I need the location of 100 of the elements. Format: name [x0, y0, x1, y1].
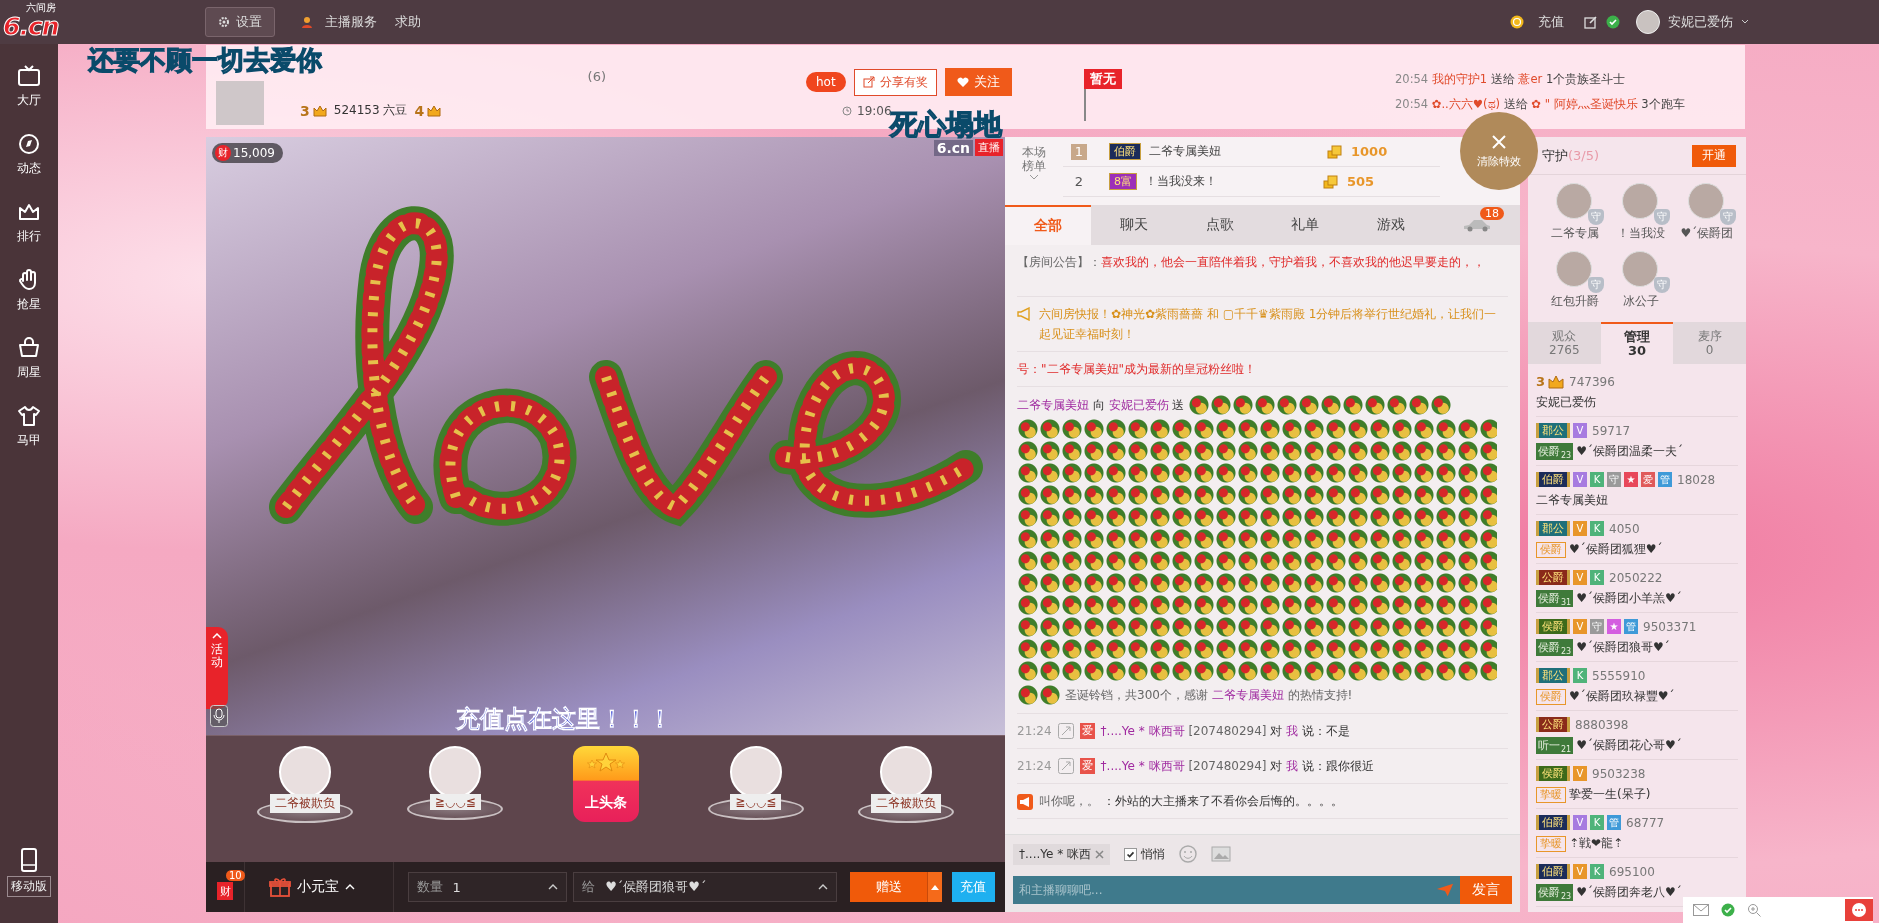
nav-link[interactable]: 求助	[389, 13, 427, 31]
guard-name: ！当我没	[1617, 225, 1665, 242]
sidebar-item[interactable]: 动态	[0, 126, 58, 194]
check-icon[interactable]	[1721, 903, 1735, 917]
sidebar-item[interactable]: 大厅	[0, 58, 58, 126]
wealth-button[interactable]: 财 10	[206, 862, 246, 912]
message-time: 21:24	[1017, 723, 1052, 740]
nav-link[interactable]: 主播服务	[319, 13, 383, 31]
user-name[interactable]: ♥ˊ侯爵团狼哥♥ˊ	[1576, 639, 1670, 656]
megaphone-icon	[1017, 307, 1033, 321]
fan-tag: 侯爵	[1536, 688, 1566, 705]
caret-up-icon	[548, 884, 559, 890]
privilege-badge: 管	[1658, 472, 1672, 487]
guard-avatar[interactable]	[1556, 250, 1592, 287]
expand-icon[interactable]	[1057, 723, 1074, 739]
username-link[interactable]: 安妮已爱伤	[1668, 13, 1733, 31]
send-plane-icon[interactable]	[1430, 876, 1460, 904]
guard-avatar[interactable]	[1622, 250, 1658, 287]
user-avatar[interactable]	[1636, 10, 1660, 34]
promo-text: 充值点在这里！！！	[456, 704, 672, 735]
privilege-badge: K	[1590, 521, 1604, 536]
guard-avatar[interactable]	[1622, 183, 1658, 219]
sidebar-item[interactable]: 周星	[0, 330, 58, 398]
coins-icon	[1327, 144, 1343, 159]
user-name[interactable]: ♥ˊ侯爵团奔老八♥ˊ	[1576, 884, 1682, 901]
guard-avatar[interactable]	[1688, 183, 1724, 219]
user-name[interactable]: ⇡戦❤龍⇡	[1569, 835, 1624, 852]
rank-number: 2	[1073, 173, 1085, 190]
user-name[interactable]: 二爷专属美妞	[1536, 492, 1608, 509]
share-button[interactable]: 分享有奖	[853, 68, 937, 96]
edit-icon[interactable]	[1584, 15, 1598, 29]
clock-icon	[842, 106, 852, 116]
chat-message: †....Ye * 咪西哥 [207480294] 对 我 说：跟你很近	[1100, 758, 1374, 775]
recipient-chip[interactable]: †....Ye * 咪西	[1013, 843, 1110, 865]
chat-tab[interactable]: 聊天	[1090, 205, 1177, 245]
quantity-field[interactable]: 数量 1	[407, 872, 568, 902]
site-watermark-logo: 6.cn	[933, 139, 973, 156]
chat-tab[interactable]: 礼单	[1262, 205, 1349, 245]
mobile-version-link[interactable]: 移动版	[7, 848, 51, 897]
fan-tag: 侯爵	[1536, 541, 1566, 558]
user-name[interactable]: ♥ˊ侯爵团花心哥♥ˊ	[1576, 737, 1682, 754]
crown-icon	[427, 104, 442, 117]
check-icon[interactable]	[1606, 15, 1620, 29]
live-badge: 直播	[975, 139, 1003, 156]
privilege-badge: 守	[1607, 472, 1621, 487]
caret-icon[interactable]	[1741, 19, 1749, 25]
coins-icon	[1323, 174, 1339, 189]
image-icon[interactable]	[1211, 846, 1231, 862]
gift-select-button[interactable]: 小元宝	[245, 862, 394, 912]
headline-button[interactable]: 上头条	[572, 746, 639, 822]
gift-message: 二爷专属美妞 向 安妮已爱伤 送	[1017, 397, 1185, 414]
recharge-link[interactable]: 充值	[1532, 13, 1570, 31]
chat-bubble-icon[interactable]	[1845, 899, 1873, 921]
privilege-badge: 管	[1607, 815, 1621, 830]
guard-shield-badge: 守	[1720, 209, 1736, 225]
user-name[interactable]: ！当我没来！	[1145, 173, 1315, 190]
recipient-field[interactable]: 给 ♥ˊ侯爵团狼哥♥ˊ	[573, 872, 838, 902]
person-icon	[301, 16, 313, 28]
user-name[interactable]: 挚爱一生(呆子)	[1569, 786, 1651, 803]
expand-icon[interactable]	[1057, 758, 1074, 774]
chat-input-field[interactable]: 和主播聊聊吧...	[1013, 876, 1430, 904]
user-name[interactable]: ♥ˊ侯爵团小羊羔♥ˊ	[1576, 590, 1682, 607]
whisper-checkbox[interactable]	[1124, 847, 1137, 861]
user-name[interactable]: ♥ˊ侯爵团玖禄豐♥ˊ	[1569, 688, 1675, 705]
user-id: 9503238	[1592, 766, 1646, 781]
seat-name-label: 二爷被欺负	[270, 794, 340, 813]
emoji-icon[interactable]	[1179, 845, 1197, 863]
crown-level: 3	[1536, 374, 1546, 389]
leaderboard-toggle[interactable]: 本场榜单	[1005, 137, 1063, 205]
chat-tab[interactable]: 点歌	[1176, 205, 1263, 245]
phone-icon	[20, 848, 38, 872]
gift-thanks-message: 圣诞铃铛，共300个，感谢 二爷专属美妞 的热情支持!	[1065, 687, 1353, 704]
shirt-icon	[17, 404, 41, 428]
zoom-in-icon[interactable]	[1747, 903, 1761, 917]
user-name[interactable]: 安妮已爱伤	[1536, 394, 1596, 411]
settings-button[interactable]: 设置	[205, 7, 275, 37]
compass-icon	[17, 132, 41, 156]
caret-up-icon	[930, 884, 939, 890]
mail-icon[interactable]	[1693, 904, 1709, 916]
user-id: 5555910	[1592, 668, 1646, 683]
coin-icon	[1510, 15, 1524, 29]
guard-name: 二爷专属	[1551, 225, 1599, 242]
hot-badge: hot	[806, 72, 846, 92]
sidebar-item[interactable]: 马甲	[0, 398, 58, 466]
guard-avatar[interactable]	[1556, 183, 1592, 219]
activity-tab[interactable]: 活动	[206, 627, 228, 709]
sidebar-item[interactable]: 抢星	[0, 262, 58, 330]
sidebar-item[interactable]: 排行	[0, 194, 58, 262]
close-icon[interactable]	[1095, 849, 1104, 859]
noble-badge: 侯爵	[1536, 766, 1570, 781]
user-id: 59717	[1592, 423, 1631, 438]
user-name[interactable]: 二爷专属美妞	[1149, 143, 1319, 160]
chat-tab[interactable]: 游戏	[1348, 205, 1435, 245]
privilege-badge: K	[1590, 472, 1604, 487]
beans-count: 524153 六豆	[333, 102, 408, 119]
user-name[interactable]: ♥ˊ侯爵团温柔一夫ˊ	[1576, 443, 1683, 460]
guard-shield-badge: 守	[1588, 276, 1604, 293]
guard-name: 红包升爵	[1551, 292, 1599, 310]
user-name[interactable]: ♥ˊ侯爵团狐狸♥ˊ	[1569, 541, 1663, 558]
microphone-icon[interactable]	[210, 705, 228, 727]
